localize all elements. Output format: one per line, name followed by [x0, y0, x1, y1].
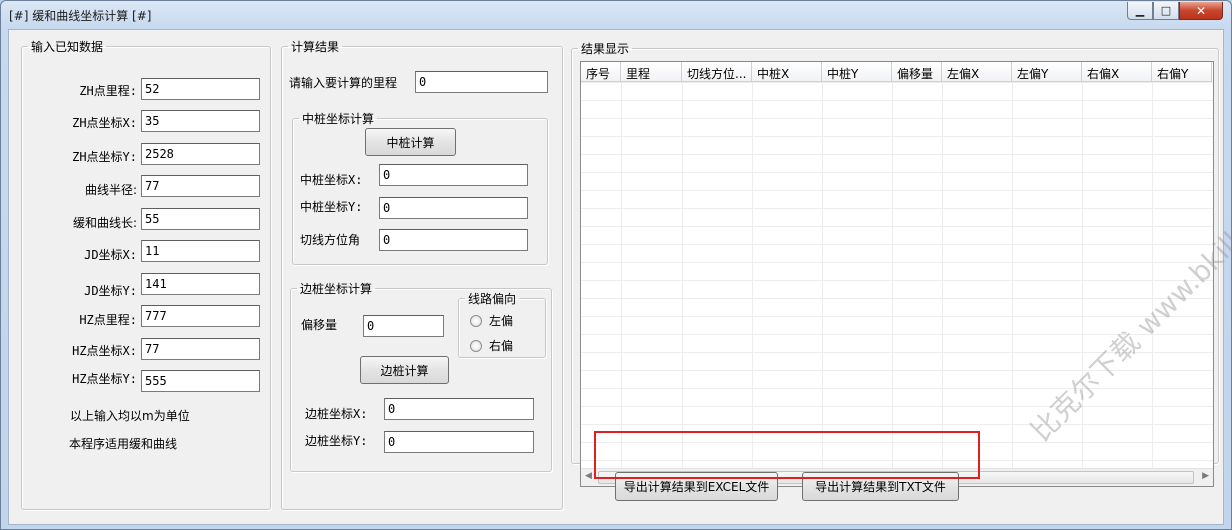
hz-x-input[interactable]	[141, 338, 260, 360]
right-offset-radio[interactable]: 右偏	[470, 337, 513, 354]
offset-input[interactable]	[363, 315, 444, 337]
hz-mileage-input[interactable]	[141, 305, 260, 327]
grid-line	[752, 82, 753, 468]
col-tangent-angle[interactable]: 切线方位...	[682, 62, 752, 82]
col-offset[interactable]: 偏移量	[892, 62, 942, 82]
scroll-right-icon[interactable]: ▶	[1202, 471, 1209, 481]
grid-line	[1012, 82, 1013, 468]
hz-mileage-label: HZ点里程:	[79, 313, 137, 327]
close-button[interactable]: ✕	[1179, 2, 1223, 20]
side-y-label: 边桩坐标Y:	[305, 434, 368, 448]
jd-x-input[interactable]	[141, 240, 260, 262]
title-bar[interactable]: [#] 缓和曲线坐标计算 [#] ▁ □ ✕	[1, 1, 1231, 29]
results-table[interactable]: 序号 里程 切线方位... 中桩X 中桩Y 偏移量 左偏X 左偏Y 右偏X 右偏…	[580, 61, 1214, 487]
col-mileage[interactable]: 里程	[621, 62, 682, 82]
col-right-y[interactable]: 右偏Y	[1152, 62, 1212, 82]
direction-legend: 线路偏向	[468, 292, 517, 306]
center-stake-legend: 中桩坐标计算	[302, 112, 375, 126]
zh-mileage-input[interactable]	[141, 78, 260, 100]
col-center-x[interactable]: 中桩X	[752, 62, 822, 82]
radio-indicator	[470, 314, 482, 327]
mileage-input[interactable]	[415, 71, 548, 93]
hz-y-label: HZ点坐标Y:	[72, 372, 137, 386]
calc-group-legend: 计算结果	[291, 40, 340, 54]
curve-radius-label: 曲线半径:	[84, 183, 137, 197]
grid-line	[892, 82, 893, 468]
results-table-body	[581, 82, 1213, 468]
tangent-angle-label: 切线方位角	[300, 233, 361, 247]
hz-x-label: HZ点坐标X:	[72, 344, 137, 358]
unit-note: 以上输入均以m为单位	[70, 409, 190, 423]
jd-x-label: JD坐标X:	[84, 248, 137, 262]
left-offset-radio[interactable]: 左偏	[470, 312, 513, 329]
offset-label: 偏移量	[301, 318, 338, 332]
side-y-input[interactable]	[384, 431, 534, 453]
side-x-label: 边桩坐标X:	[305, 407, 368, 421]
center-calc-button[interactable]: 中桩计算	[365, 128, 456, 156]
left-offset-label: 左偏	[489, 314, 514, 328]
tangent-angle-input[interactable]	[379, 229, 528, 251]
minimize-icon: ▁	[1135, 4, 1145, 17]
scope-note: 本程序适用缓和曲线	[69, 437, 178, 451]
zh-y-label: ZH点坐标Y:	[72, 150, 137, 164]
results-table-header: 序号 里程 切线方位... 中桩X 中桩Y 偏移量 左偏X 左偏Y 右偏X 右偏…	[581, 62, 1212, 82]
result-group-legend: 结果显示	[581, 42, 630, 56]
zh-x-label: ZH点坐标X:	[72, 116, 137, 130]
maximize-button[interactable]: □	[1153, 2, 1179, 20]
window-title: [#] 缓和曲线坐标计算 [#]	[9, 9, 152, 23]
transition-length-label: 缓和曲线长:	[72, 216, 137, 230]
side-stake-legend: 边桩坐标计算	[300, 282, 373, 296]
right-offset-label: 右偏	[489, 339, 514, 353]
center-y-label: 中桩坐标Y:	[300, 200, 363, 214]
close-icon: ✕	[1195, 3, 1207, 18]
hz-y-input[interactable]	[141, 370, 260, 392]
jd-y-input[interactable]	[141, 273, 260, 295]
col-index[interactable]: 序号	[581, 62, 621, 82]
export-highlight-box	[594, 431, 980, 479]
grid-line	[682, 82, 683, 468]
center-y-input[interactable]	[379, 197, 528, 219]
center-x-input[interactable]	[379, 164, 528, 186]
maximize-icon: □	[1160, 4, 1172, 17]
minimize-button[interactable]: ▁	[1127, 2, 1153, 20]
radio-indicator	[470, 339, 482, 352]
col-left-y[interactable]: 左偏Y	[1012, 62, 1082, 82]
center-x-label: 中桩坐标X:	[300, 173, 363, 187]
grid-line	[822, 82, 823, 468]
input-group-legend: 输入已知数据	[31, 40, 104, 54]
transition-length-input[interactable]	[141, 208, 260, 230]
zh-mileage-label: ZH点里程:	[79, 84, 137, 98]
side-x-input[interactable]	[384, 398, 534, 420]
col-right-x[interactable]: 右偏X	[1082, 62, 1152, 82]
grid-line	[942, 82, 943, 468]
zh-y-input[interactable]	[141, 143, 260, 165]
side-calc-button[interactable]: 边桩计算	[360, 356, 449, 384]
col-center-y[interactable]: 中桩Y	[822, 62, 892, 82]
grid-line	[621, 82, 622, 468]
zh-x-input[interactable]	[141, 110, 260, 132]
grid-line	[1152, 82, 1153, 468]
col-left-x[interactable]: 左偏X	[942, 62, 1012, 82]
mileage-prompt-label: 请输入要计算的里程	[289, 76, 398, 90]
window-controls: ▁ □ ✕	[1127, 2, 1223, 20]
app-window: [#] 缓和曲线坐标计算 [#] ▁ □ ✕ 输入已知数据 ZH点里程: ZH点…	[0, 0, 1232, 530]
jd-y-label: JD坐标Y:	[84, 284, 137, 298]
curve-radius-input[interactable]	[141, 175, 260, 197]
scroll-left-icon[interactable]: ◀	[585, 471, 592, 481]
